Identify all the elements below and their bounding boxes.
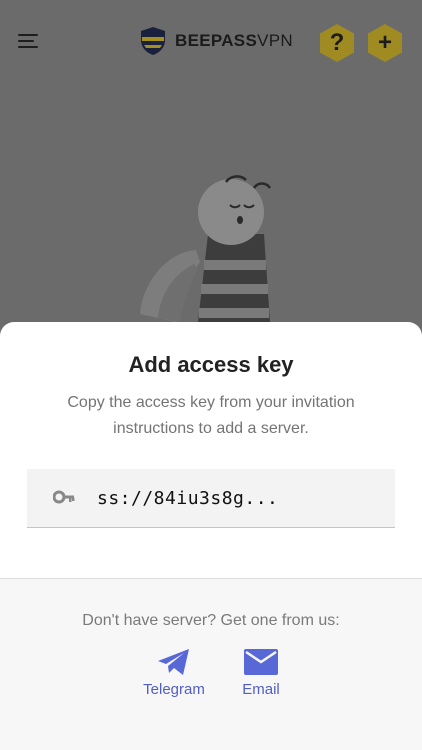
sleeping-bee-illustration bbox=[140, 175, 272, 322]
brand-name: BEEPASSVPN bbox=[175, 31, 293, 51]
key-icon bbox=[53, 490, 75, 504]
shield-logo-icon bbox=[141, 27, 165, 55]
telegram-label: Telegram bbox=[143, 681, 205, 698]
help-button[interactable]: ? bbox=[318, 23, 356, 63]
plus-icon: + bbox=[377, 29, 392, 56]
brand-logo: BEEPASSVPN bbox=[139, 26, 293, 56]
sheet-title: Add access key bbox=[128, 352, 294, 377]
email-label: Email bbox=[242, 681, 280, 698]
brand-name-bold: BEEPASS bbox=[175, 31, 258, 50]
email-icon bbox=[244, 649, 278, 675]
add-server-button[interactable]: + bbox=[366, 23, 404, 63]
get-server-footer: Don't have server? Get one from us: Tele… bbox=[0, 578, 422, 750]
sheet-description: Copy the access key from your invitation… bbox=[67, 394, 355, 437]
brand-name-thin: VPN bbox=[257, 31, 293, 50]
add-access-key-sheet: Add access key Copy the access key from … bbox=[0, 322, 422, 750]
question-icon: ? bbox=[329, 29, 345, 56]
menu-button[interactable] bbox=[18, 30, 40, 52]
telegram-link[interactable]: Telegram bbox=[140, 647, 208, 698]
menu-icon bbox=[18, 34, 38, 36]
telegram-icon bbox=[158, 649, 189, 675]
access-key-input[interactable] bbox=[97, 481, 382, 515]
top-bar: BEEPASSVPN ? + bbox=[0, 0, 422, 82]
menu-icon bbox=[18, 40, 34, 42]
access-key-field[interactable] bbox=[27, 469, 395, 528]
email-link[interactable]: Email bbox=[238, 647, 284, 698]
get-server-text: Don't have server? Get one from us: bbox=[82, 612, 340, 629]
menu-icon bbox=[18, 46, 38, 48]
